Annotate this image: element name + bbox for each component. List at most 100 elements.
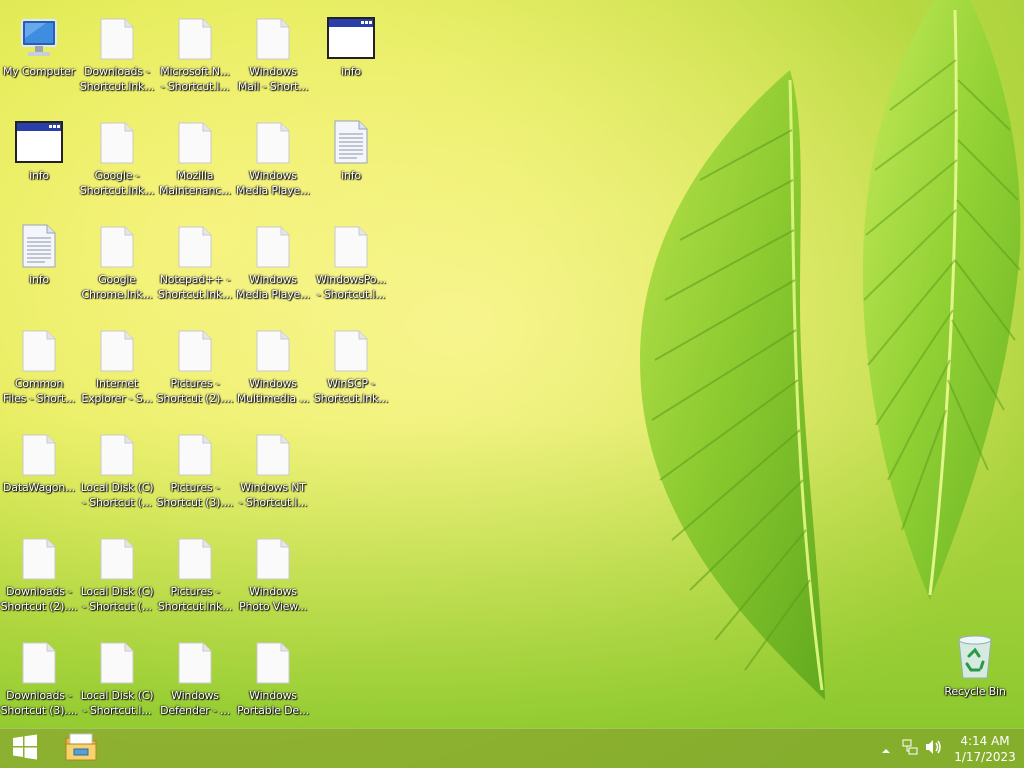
desktop-icon-info-window[interactable]: info — [312, 4, 390, 104]
desktop-icon-local-disk-c-2[interactable]: Local Disk (C) - Shortcut (... — [78, 524, 156, 624]
desktop-icon-downloads-shortcut-2[interactable]: Downloads - Shortcut (2).... — [0, 524, 78, 624]
desktop-icon-windowspowershell[interactable]: WindowsPo... - Shortcut.l... — [312, 212, 390, 312]
file-icon — [15, 532, 63, 580]
desktop-icon-windows-media-player-2[interactable]: Windows Media Playe... — [234, 212, 312, 312]
show-hidden-icons-button[interactable] — [874, 729, 898, 768]
desktop-icon-google-shortcut[interactable]: Google - Shortcut.lnk... — [78, 108, 156, 208]
desktop-icon-label: Google - Shortcut.lnk... — [79, 169, 155, 197]
desktop-icon-windows-portable-devices[interactable]: Windows Portable De... — [234, 628, 312, 728]
file-icon — [171, 220, 219, 268]
desktop-icon-windows-media-player-1[interactable]: Windows Media Playe... — [234, 108, 312, 208]
computer-icon — [15, 12, 63, 60]
desktop-icon-label: info — [29, 273, 49, 286]
network-button[interactable] — [898, 729, 922, 768]
file-icon — [171, 532, 219, 580]
desktop-icon-my-computer[interactable]: My Computer — [0, 4, 78, 104]
desktop-icon-label: Internet Explorer - S... — [81, 377, 153, 405]
desktop-icon-label: Windows Media Playe... — [236, 273, 310, 301]
desktop-icon-label: WindowsPo... - Shortcut.l... — [316, 273, 386, 301]
desktop-icon-info[interactable]: info — [0, 108, 78, 208]
desktop-icon-local-disk-c-3[interactable]: Local Disk (C) - Shortcut.l... — [78, 628, 156, 728]
file-icon — [15, 324, 63, 372]
desktop-icon-label: WinSCP - Shortcut.lnk... — [313, 377, 389, 405]
desktop-icon-label: Downloads - Shortcut (3).... — [0, 689, 78, 717]
file-icon — [249, 428, 297, 476]
desktop-icon-label: Local Disk (C) - Shortcut (... — [80, 585, 154, 613]
desktop-icon-label: Microsoft.N... - Shortcut.l... — [160, 65, 230, 93]
desktop-icon-label: Local Disk (C) - Shortcut.l... — [80, 689, 154, 717]
desktop-icon-pictures-shortcut-2[interactable]: Pictures - Shortcut (2).... — [156, 316, 234, 416]
desktop-icon-label: DataWagon... — [3, 481, 75, 494]
desktop-icon-google-chrome[interactable]: Google Chrome.lnk... — [78, 212, 156, 312]
file-icon — [93, 324, 141, 372]
desktop-icon-microsoft-shortcut[interactable]: Microsoft.N... - Shortcut.l... — [156, 4, 234, 104]
desktop-icon-windows-mail[interactable]: Windows Mail - Short... — [234, 4, 312, 104]
recycle-bin-icon — [951, 632, 999, 680]
desktop-icon-windows-defender[interactable]: Windows Defender - ... — [156, 628, 234, 728]
desktop-icon-label: info — [341, 169, 361, 182]
file-icon — [93, 220, 141, 268]
system-tray: 4:14 AM 1/17/2023 — [874, 729, 1024, 768]
desktop-icon-downloads-shortcut[interactable]: Downloads - Shortcut.lnk... — [78, 4, 156, 104]
desktop-icon-label: Windows Portable De... — [237, 689, 309, 717]
desktop-icon-pictures-shortcut[interactable]: Pictures - Shortcut.lnk... — [156, 524, 234, 624]
file-icon — [93, 636, 141, 684]
desktop-icon-windows-multimedia[interactable]: Windows Multimedia ... — [234, 316, 312, 416]
taskbar-file-explorer[interactable] — [58, 729, 104, 768]
taskbar: 4:14 AM 1/17/2023 — [0, 728, 1024, 768]
desktop-icon-info-text[interactable]: info — [0, 212, 78, 312]
text-file-icon — [15, 220, 63, 268]
clock[interactable]: 4:14 AM 1/17/2023 — [946, 733, 1024, 765]
file-icon — [93, 12, 141, 60]
start-button[interactable] — [4, 729, 46, 768]
desktop-icon-local-disk-c-1[interactable]: Local Disk (C) - Shortcut (... — [78, 420, 156, 520]
clock-date: 1/17/2023 — [954, 750, 1016, 764]
clock-time: 4:14 AM — [960, 734, 1010, 748]
desktop-icon-label: Pictures - Shortcut.lnk... — [157, 585, 233, 613]
file-icon — [171, 12, 219, 60]
file-icon — [249, 116, 297, 164]
desktop-icon-label: Downloads - Shortcut.lnk... — [79, 65, 155, 93]
file-icon — [15, 428, 63, 476]
file-icon — [249, 12, 297, 60]
file-icon — [93, 116, 141, 164]
desktop-icon-label: Mozilla Maintenanc... — [159, 169, 231, 197]
desktop-icon-winscp[interactable]: WinSCP - Shortcut.lnk... — [312, 316, 390, 416]
desktop-icon-label: Windows NT - Shortcut.l... — [238, 481, 308, 509]
desktop-icon-windows-nt[interactable]: Windows NT - Shortcut.l... — [234, 420, 312, 520]
desktop-icon-mozilla-maintenance[interactable]: Mozilla Maintenanc... — [156, 108, 234, 208]
file-explorer-icon — [64, 732, 98, 766]
desktop-icon-downloads-shortcut-3[interactable]: Downloads - Shortcut (3).... — [0, 628, 78, 728]
desktop-icon-notepad-plus-plus[interactable]: Notepad++ - Shortcut.lnk... — [156, 212, 234, 312]
desktop-icon-label: Google Chrome.lnk... — [81, 273, 153, 301]
desktop-icon-label: My Computer — [3, 65, 75, 78]
windows-logo-icon — [12, 734, 38, 764]
desktop-icon-label: Recycle Bin — [944, 685, 1006, 698]
chevron-up-icon — [881, 740, 891, 759]
file-icon — [249, 220, 297, 268]
desktop-icon-label: Downloads - Shortcut (2).... — [0, 585, 78, 613]
desktop-icon-label: info — [341, 65, 361, 78]
desktop-icon-info-text-2[interactable]: info — [312, 108, 390, 208]
desktop-icon-common-files[interactable]: Common Files - Short... — [0, 316, 78, 416]
volume-button[interactable] — [922, 729, 946, 768]
desktop-icon-label: Windows Mail - Short... — [237, 65, 309, 93]
desktop-icon-internet-explorer[interactable]: Internet Explorer - S... — [78, 316, 156, 416]
window-icon — [15, 116, 63, 164]
file-icon — [171, 116, 219, 164]
file-icon — [249, 324, 297, 372]
desktop: My Computer info info Common Files - Sho… — [0, 0, 1024, 728]
desktop-icon-label: Windows Media Playe... — [236, 169, 310, 197]
file-icon — [327, 220, 375, 268]
desktop-icon-datawagon[interactable]: DataWagon... — [0, 420, 78, 520]
file-icon — [171, 636, 219, 684]
desktop-icon-label: Windows Photo View... — [239, 585, 307, 613]
desktop-icon-windows-photo-viewer[interactable]: Windows Photo View... — [234, 524, 312, 624]
network-icon — [902, 739, 918, 759]
desktop-icon-label: Pictures - Shortcut (2).... — [156, 377, 234, 405]
desktop-icon-label: Windows Defender - ... — [160, 689, 230, 717]
file-icon — [249, 636, 297, 684]
desktop-icon-recycle-bin[interactable]: Recycle Bin — [936, 624, 1014, 724]
desktop-icon-pictures-shortcut-3[interactable]: Pictures - Shortcut (3).... — [156, 420, 234, 520]
file-icon — [93, 428, 141, 476]
